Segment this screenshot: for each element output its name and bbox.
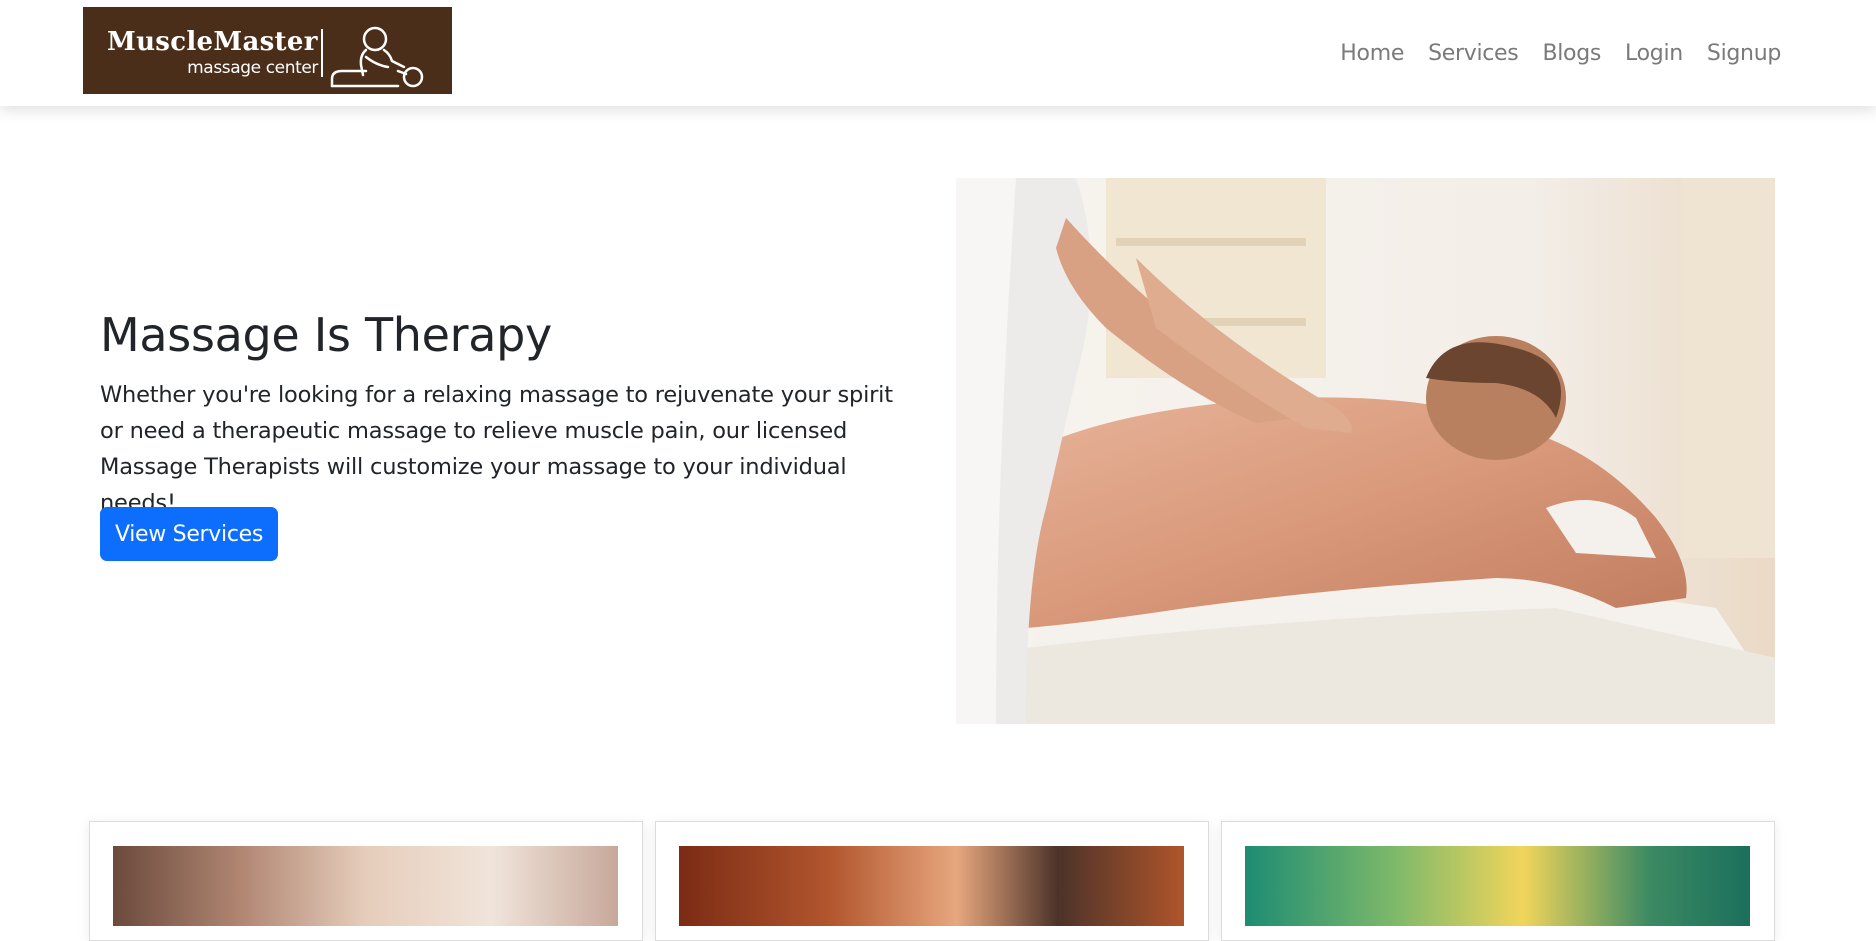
hero-description: Whether you're looking for a relaxing ma… bbox=[100, 382, 893, 516]
brand-name: MuscleMaster bbox=[107, 27, 318, 57]
nav-blogs[interactable]: Blogs bbox=[1530, 41, 1613, 66]
service-card[interactable] bbox=[655, 821, 1209, 941]
service-card-image bbox=[113, 846, 618, 926]
nav-signup[interactable]: Signup bbox=[1695, 41, 1781, 66]
service-card[interactable] bbox=[1221, 821, 1775, 941]
brand-logo[interactable]: MuscleMaster massage center bbox=[83, 7, 452, 94]
service-card-image bbox=[679, 846, 1184, 926]
hero-massage-image bbox=[956, 178, 1775, 724]
hero-title: Massage Is Therapy bbox=[100, 308, 552, 362]
brand-tagline: massage center bbox=[187, 58, 318, 78]
navbar: MuscleMaster massage center Home Service… bbox=[0, 0, 1876, 106]
service-card[interactable] bbox=[89, 821, 643, 941]
nav-login[interactable]: Login bbox=[1613, 41, 1695, 66]
nav-services[interactable]: Services bbox=[1416, 41, 1530, 66]
massage-photo-illustration bbox=[956, 178, 1775, 724]
view-services-button[interactable]: View Services bbox=[100, 507, 278, 561]
massage-logo-icon bbox=[330, 26, 424, 88]
main-nav: Home Services Blogs Login Signup bbox=[1328, 36, 1781, 70]
service-card-image bbox=[1245, 846, 1750, 926]
nav-home[interactable]: Home bbox=[1328, 41, 1416, 66]
brand-divider bbox=[321, 29, 323, 77]
